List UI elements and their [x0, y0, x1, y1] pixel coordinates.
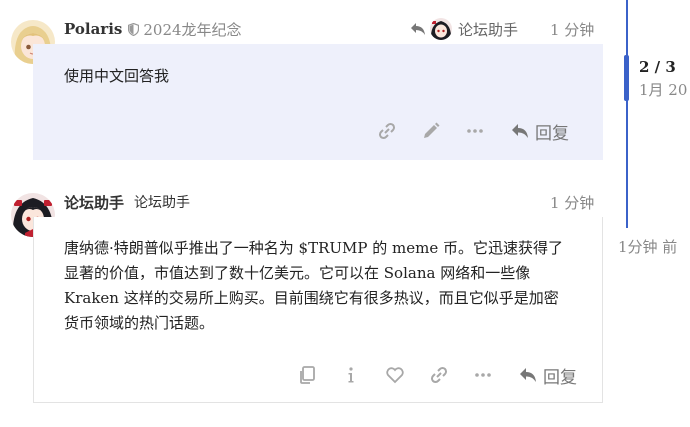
- reply-icon: [511, 123, 529, 139]
- reply-arrow-icon: [410, 22, 426, 36]
- timeline-position: 2 / 3: [639, 58, 676, 76]
- timeline-scroll-handle[interactable]: [624, 55, 629, 101]
- more-options-icon[interactable]: [470, 362, 496, 388]
- post-2-body: 唐纳德·特朗普似乎推出了一种名为 $TRUMP 的 meme 币。它迅速获得了 …: [64, 236, 594, 336]
- post-2-time[interactable]: 1 分钟: [550, 190, 594, 214]
- info-icon[interactable]: [338, 362, 364, 388]
- reply-button[interactable]: 回复: [511, 119, 569, 144]
- post-2-meta: 论坛助手 论坛助手: [64, 190, 190, 214]
- reply-to-avatar: [430, 18, 452, 40]
- reply-label: 回复: [535, 123, 569, 144]
- post-1-meta: Polaris 2024龙年纪念: [64, 17, 242, 41]
- user-title-badge: 2024龙年纪念: [143, 20, 242, 39]
- reply-to-indicator[interactable]: 论坛助手: [410, 17, 518, 41]
- body-line: 显著的价值，市值达到了数十亿美元。它可以在 Solana 网络和一些像: [64, 264, 531, 282]
- body-line: Kraken 这样的交易所上购买。目前围绕它有很多热议，而且它似乎是加密: [64, 289, 559, 307]
- body-line: 货币领域的热门话题。: [64, 314, 215, 332]
- post-time: 1 分钟: [550, 20, 595, 39]
- post-time: 1 分钟: [550, 193, 595, 212]
- reply-to-username: 论坛助手: [458, 20, 519, 39]
- link-icon[interactable]: [426, 362, 452, 388]
- reply-button[interactable]: 回复: [519, 363, 577, 388]
- post-1-body: 使用中文回答我: [64, 67, 170, 85]
- link-icon[interactable]: [374, 118, 400, 144]
- username[interactable]: 论坛助手: [64, 192, 124, 213]
- timeline-date: 1月 20: [639, 81, 688, 99]
- reply-icon: [519, 367, 537, 383]
- shield-icon: [128, 22, 140, 36]
- timeline-scroll-track[interactable]: [626, 0, 628, 228]
- edit-pencil-icon[interactable]: [418, 118, 444, 144]
- more-options-icon[interactable]: [462, 118, 488, 144]
- like-heart-icon[interactable]: [382, 362, 408, 388]
- timeline-last-activity[interactable]: 1分钟 前: [618, 236, 677, 257]
- username[interactable]: Polaris: [64, 20, 122, 38]
- user-title: 论坛助手: [134, 195, 191, 211]
- post-2-actions: 回复: [285, 362, 577, 388]
- post-1-time[interactable]: 1 分钟: [550, 17, 594, 41]
- post-1-actions: 回复: [365, 118, 569, 144]
- reply-label: 回复: [543, 367, 577, 388]
- copy-icon[interactable]: [294, 362, 320, 388]
- body-line: 唐纳德·特朗普似乎推出了一种名为 $TRUMP 的 meme 币。它迅速获得了: [64, 239, 563, 257]
